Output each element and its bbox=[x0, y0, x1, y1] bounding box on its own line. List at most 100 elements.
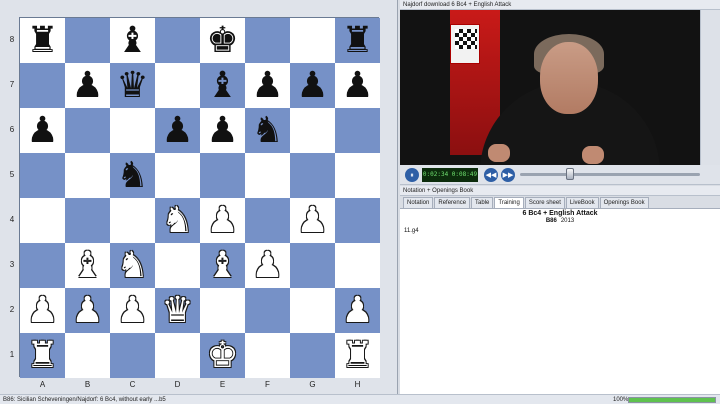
square-g4[interactable]: ♟ bbox=[290, 198, 335, 243]
square-d5[interactable] bbox=[155, 153, 200, 198]
square-f5[interactable] bbox=[245, 153, 290, 198]
video-player[interactable] bbox=[400, 10, 720, 165]
white-pawn-icon[interactable]: ♟ bbox=[251, 247, 283, 284]
square-g1[interactable] bbox=[290, 333, 335, 378]
notation-pane[interactable] bbox=[400, 208, 720, 394]
square-c4[interactable] bbox=[110, 198, 155, 243]
black-bishop-icon[interactable]: ♝ bbox=[206, 67, 238, 104]
square-c6[interactable] bbox=[110, 108, 155, 153]
tab-table[interactable]: Table bbox=[471, 197, 494, 208]
square-h7[interactable]: ♟ bbox=[335, 63, 380, 108]
square-d7[interactable] bbox=[155, 63, 200, 108]
pause-button[interactable]: ⏸ bbox=[405, 168, 419, 182]
square-b6[interactable] bbox=[65, 108, 110, 153]
square-f6[interactable]: ♞ bbox=[245, 108, 290, 153]
square-a5[interactable] bbox=[20, 153, 65, 198]
tab-livebook[interactable]: LiveBook bbox=[565, 197, 599, 208]
black-pawn-icon[interactable]: ♟ bbox=[296, 67, 328, 104]
square-d3[interactable] bbox=[155, 243, 200, 288]
chess-board[interactable]: ♜ ♝ ♚ ♜ ♟ ♛ ♝ ♟ ♟ ♟ ♟ ♟ ♟ ♞ ♞ ♞ ♟ ♟ ♝ ♞ ♝ ♟ ♟ ♟ ♟ ♛ ♟ ♜ ♚ ♜ bbox=[19, 17, 380, 378]
square-h6[interactable] bbox=[335, 108, 380, 153]
tab-notation[interactable]: Notation bbox=[403, 197, 434, 208]
square-d8[interactable] bbox=[155, 18, 200, 63]
black-pawn-icon[interactable]: ♟ bbox=[71, 67, 103, 104]
white-pawn-icon[interactable]: ♟ bbox=[296, 202, 328, 239]
square-f4[interactable] bbox=[245, 198, 290, 243]
square-b7[interactable]: ♟ bbox=[65, 63, 110, 108]
square-a1[interactable]: ♜ bbox=[20, 333, 65, 378]
square-g8[interactable] bbox=[290, 18, 335, 63]
black-pawn-icon[interactable]: ♟ bbox=[26, 112, 58, 149]
rewind-button[interactable]: ◀◀ bbox=[484, 168, 498, 182]
square-c5[interactable]: ♞ bbox=[110, 153, 155, 198]
white-pawn-icon[interactable]: ♟ bbox=[26, 292, 58, 329]
square-e1[interactable]: ♚ bbox=[200, 333, 245, 378]
square-g6[interactable] bbox=[290, 108, 335, 153]
square-f8[interactable] bbox=[245, 18, 290, 63]
black-pawn-icon[interactable]: ♟ bbox=[341, 67, 373, 104]
white-king-icon[interactable]: ♚ bbox=[206, 337, 238, 374]
square-a2[interactable]: ♟ bbox=[20, 288, 65, 333]
square-a3[interactable] bbox=[20, 243, 65, 288]
tab-score-sheet[interactable]: Score sheet bbox=[524, 197, 565, 208]
square-b8[interactable] bbox=[65, 18, 110, 63]
square-e6[interactable]: ♟ bbox=[200, 108, 245, 153]
square-b5[interactable] bbox=[65, 153, 110, 198]
square-a6[interactable]: ♟ bbox=[20, 108, 65, 153]
white-bishop-icon[interactable]: ♝ bbox=[71, 247, 103, 284]
square-d2[interactable]: ♛ bbox=[155, 288, 200, 333]
square-b1[interactable] bbox=[65, 333, 110, 378]
square-f3[interactable]: ♟ bbox=[245, 243, 290, 288]
white-pawn-icon[interactable]: ♟ bbox=[206, 202, 238, 239]
square-a8[interactable]: ♜ bbox=[20, 18, 65, 63]
square-c1[interactable] bbox=[110, 333, 155, 378]
square-g5[interactable] bbox=[290, 153, 335, 198]
game-moves[interactable]: 11.g4 bbox=[404, 228, 419, 234]
black-pawn-icon[interactable]: ♟ bbox=[161, 112, 193, 149]
square-e5[interactable] bbox=[200, 153, 245, 198]
square-d6[interactable]: ♟ bbox=[155, 108, 200, 153]
square-b3[interactable]: ♝ bbox=[65, 243, 110, 288]
square-h3[interactable] bbox=[335, 243, 380, 288]
black-pawn-icon[interactable]: ♟ bbox=[251, 67, 283, 104]
square-h5[interactable] bbox=[335, 153, 380, 198]
black-pawn-icon[interactable]: ♟ bbox=[206, 112, 238, 149]
black-knight-icon[interactable]: ♞ bbox=[251, 112, 283, 149]
tab-training[interactable]: Training bbox=[494, 197, 524, 208]
square-f1[interactable] bbox=[245, 333, 290, 378]
black-knight-icon[interactable]: ♞ bbox=[116, 157, 148, 194]
seek-slider-thumb[interactable] bbox=[566, 168, 574, 180]
white-pawn-icon[interactable]: ♟ bbox=[71, 292, 103, 329]
square-b2[interactable]: ♟ bbox=[65, 288, 110, 333]
black-king-icon[interactable]: ♚ bbox=[206, 22, 238, 59]
black-rook-icon[interactable]: ♜ bbox=[341, 22, 373, 59]
white-knight-icon[interactable]: ♞ bbox=[116, 247, 148, 284]
black-bishop-icon[interactable]: ♝ bbox=[116, 22, 148, 59]
square-f2[interactable] bbox=[245, 288, 290, 333]
tab-reference[interactable]: Reference bbox=[434, 197, 471, 208]
square-e3[interactable]: ♝ bbox=[200, 243, 245, 288]
square-e4[interactable]: ♟ bbox=[200, 198, 245, 243]
white-pawn-icon[interactable]: ♟ bbox=[341, 292, 373, 329]
square-g3[interactable] bbox=[290, 243, 335, 288]
square-e7[interactable]: ♝ bbox=[200, 63, 245, 108]
fast-forward-button[interactable]: ▶▶ bbox=[501, 168, 515, 182]
square-g7[interactable]: ♟ bbox=[290, 63, 335, 108]
square-c7[interactable]: ♛ bbox=[110, 63, 155, 108]
square-c2[interactable]: ♟ bbox=[110, 288, 155, 333]
white-rook-icon[interactable]: ♜ bbox=[26, 337, 58, 374]
square-b4[interactable] bbox=[65, 198, 110, 243]
white-rook-icon[interactable]: ♜ bbox=[341, 337, 373, 374]
square-g2[interactable] bbox=[290, 288, 335, 333]
seek-slider-track[interactable] bbox=[520, 173, 700, 176]
square-h4[interactable] bbox=[335, 198, 380, 243]
white-knight-icon[interactable]: ♞ bbox=[161, 202, 193, 239]
square-f7[interactable]: ♟ bbox=[245, 63, 290, 108]
square-c3[interactable]: ♞ bbox=[110, 243, 155, 288]
square-h2[interactable]: ♟ bbox=[335, 288, 380, 333]
tab-openings-book[interactable]: Openings Book bbox=[599, 197, 649, 208]
white-queen-icon[interactable]: ♛ bbox=[161, 292, 193, 329]
square-d1[interactable] bbox=[155, 333, 200, 378]
square-d4[interactable]: ♞ bbox=[155, 198, 200, 243]
square-h8[interactable]: ♜ bbox=[335, 18, 380, 63]
